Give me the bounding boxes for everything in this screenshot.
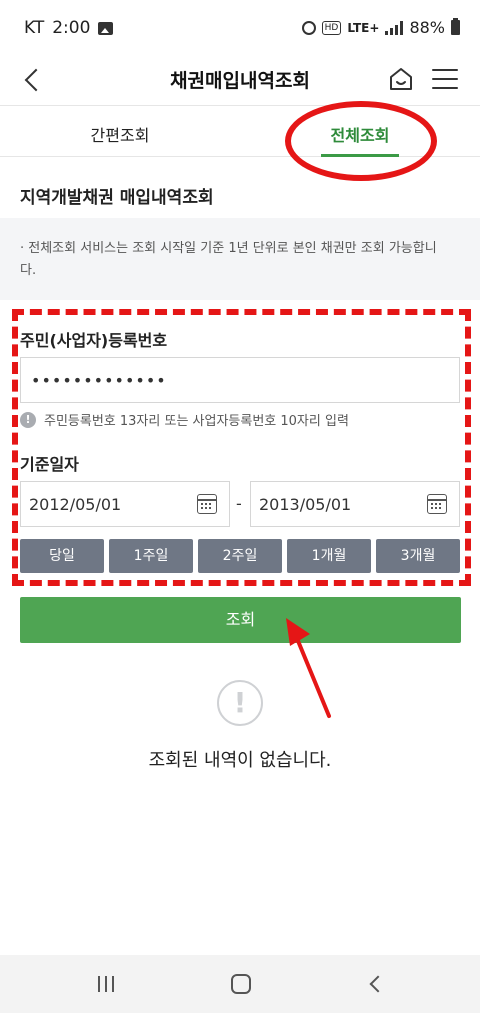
- notice-text: · 전체조회 서비스는 조회 시작일 기준 1년 단위로 본인 채권만 조회 가…: [20, 241, 437, 278]
- tab-simple-inquiry[interactable]: 간편조회: [0, 107, 240, 156]
- home-nav-icon[interactable]: [231, 974, 251, 994]
- back-nav-icon[interactable]: [369, 975, 387, 993]
- menu-button[interactable]: [432, 69, 458, 91]
- battery-percent: 88%: [409, 18, 445, 37]
- notice-box: · 전체조회 서비스는 조회 시작일 기준 1년 단위로 본인 채권만 조회 가…: [0, 218, 480, 300]
- section-title: 지역개발채권 매입내역조회: [20, 188, 214, 208]
- annotation-ellipse: [285, 101, 437, 181]
- hd-voice-icon: HD: [321, 20, 342, 35]
- network-type: LTE+: [347, 20, 380, 35]
- recent-apps-icon[interactable]: [98, 976, 116, 992]
- empty-message: 조회된 내역이 없습니다.: [148, 750, 332, 771]
- annotation-dashed-box: [12, 309, 471, 586]
- status-right: HD LTE+ 88%: [301, 18, 460, 37]
- carrier-label: KT: [24, 18, 45, 38]
- alarm-icon: [301, 20, 316, 35]
- home-button[interactable]: [388, 66, 414, 92]
- status-bar: KT 2:00 HD LTE+ 88%: [0, 0, 480, 56]
- search-button[interactable]: 조회: [20, 597, 461, 643]
- battery-icon: [451, 18, 460, 35]
- exclamation-icon: !: [217, 680, 263, 726]
- annotation-arrow-icon: [286, 618, 331, 718]
- clock: 2:00: [52, 18, 91, 38]
- system-nav-bar: [0, 955, 480, 1013]
- signal-icon: [385, 20, 404, 35]
- app-header: 채권매입내역조회: [0, 56, 480, 106]
- home-icon: [390, 68, 412, 90]
- gallery-notification-icon: [98, 21, 114, 35]
- status-left: KT 2:00: [24, 18, 114, 38]
